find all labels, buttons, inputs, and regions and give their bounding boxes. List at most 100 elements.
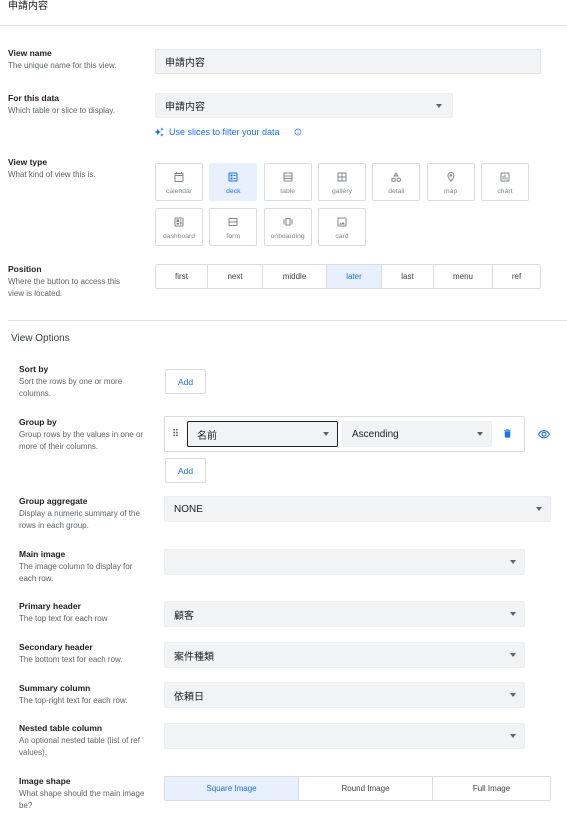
position-segmented-control: first next middle later last menu ref <box>155 264 541 289</box>
image-shape-label-group: Image shape What shape should the main i… <box>19 776 148 812</box>
position-option-ref[interactable]: ref <box>493 265 540 288</box>
group-by-column-select[interactable]: 名前 <box>187 421 338 447</box>
sort-by-add-button[interactable]: Add <box>165 369 206 394</box>
sort-by-label-group: Sort by Sort the rows by one or more col… <box>19 364 148 400</box>
view-type-onboarding[interactable]: onboarding <box>263 208 312 246</box>
use-slices-link-text[interactable]: Use slices to filter your data <box>169 127 280 137</box>
primary-header-help: The top text for each row <box>19 614 108 623</box>
position-option-later[interactable]: later <box>327 265 382 288</box>
secondary-header-label: Secondary header <box>19 642 93 652</box>
page-title: 申請内容 <box>8 1 48 12</box>
view-type-map[interactable]: map <box>426 163 475 201</box>
view-name-label: View name <box>8 48 52 58</box>
view-type-option-label: deck <box>226 188 241 195</box>
nested-table-column-help: An optional nested table (list of ref va… <box>19 736 140 757</box>
map-icon <box>447 172 455 182</box>
dropdown-arrow-icon <box>510 693 516 697</box>
secondary-header-select[interactable]: 案件種類 <box>164 642 525 668</box>
sort-by-label: Sort by <box>19 364 49 374</box>
header-divider <box>0 25 567 26</box>
use-slices-link[interactable]: Use slices to filter your data <box>154 126 302 138</box>
view-type-label-group: View type What kind of view this is. <box>8 157 128 181</box>
position-option-last[interactable]: last <box>382 265 434 288</box>
summary-column-value: 依頼日 <box>174 691 204 703</box>
view-type-calendar[interactable]: calendar <box>155 163 203 201</box>
view-type-deck[interactable]: deck <box>209 163 258 201</box>
deck-icon <box>228 172 238 182</box>
dropdown-arrow-icon <box>323 432 329 436</box>
group-by-help: Group rows by the values in one or more … <box>19 430 144 451</box>
secondary-header-value: 案件種類 <box>174 651 214 663</box>
dashboard-icon <box>174 217 184 227</box>
detail-icon <box>391 172 402 182</box>
view-options-heading: View Options <box>11 333 70 344</box>
drag-handle-icon[interactable] <box>170 427 181 438</box>
group-by-order-value: Ascending <box>352 428 399 440</box>
group-by-column-value: 名前 <box>197 430 217 442</box>
image-shape-option-full[interactable]: Full Image <box>433 777 550 800</box>
image-shape-option-square[interactable]: Square Image <box>165 777 299 800</box>
for-this-data-value: 申請内容 <box>165 102 205 113</box>
main-image-label: Main image <box>19 549 66 559</box>
group-by-label-group: Group by Group rows by the values in one… <box>19 417 148 453</box>
secondary-header-help: The bottom text for each row. <box>19 655 123 664</box>
view-type-options: calendar deck table gallery detail map c… <box>155 163 529 246</box>
group-aggregate-select[interactable]: NONE <box>164 496 551 522</box>
summary-column-select[interactable]: 依頼日 <box>164 682 525 708</box>
view-type-option-label: chart <box>497 188 513 195</box>
position-option-middle[interactable]: middle <box>263 265 327 288</box>
view-type-card[interactable]: card <box>317 208 366 246</box>
calendar-icon <box>174 172 184 182</box>
image-shape-segmented-control: Square Image Round Image Full Image <box>164 776 551 801</box>
position-option-first[interactable]: first <box>156 265 208 288</box>
view-name-label-group: View name The unique name for this view. <box>8 48 128 72</box>
for-this-data-select[interactable]: 申請内容 <box>155 93 453 118</box>
group-by-label: Group by <box>19 417 57 427</box>
dropdown-arrow-icon <box>510 560 516 564</box>
summary-column-help: The top-right text for each row. <box>19 696 128 705</box>
view-type-label: View type <box>8 157 48 167</box>
primary-header-value: 顧客 <box>174 610 194 622</box>
view-type-form[interactable]: form <box>209 208 258 246</box>
view-type-gallery[interactable]: gallery <box>317 163 366 201</box>
view-type-dashboard[interactable]: dashboard <box>155 208 203 246</box>
eye-icon[interactable] <box>537 428 551 441</box>
position-option-menu[interactable]: menu <box>434 265 493 288</box>
primary-header-label: Primary header <box>19 601 81 611</box>
dropdown-arrow-icon <box>510 612 516 616</box>
position-option-next[interactable]: next <box>208 265 263 288</box>
main-image-select[interactable] <box>164 549 525 575</box>
dropdown-arrow-icon <box>536 507 542 511</box>
dropdown-arrow-icon <box>510 734 516 738</box>
position-label: Position <box>8 264 42 274</box>
table-icon <box>283 172 293 182</box>
view-type-table[interactable]: table <box>263 163 312 201</box>
position-label-group: Position Where the button to access this… <box>8 264 128 300</box>
dropdown-arrow-icon <box>436 103 442 108</box>
position-help: Where the button to access this view is … <box>8 277 121 298</box>
dropdown-arrow-icon <box>477 432 483 436</box>
view-name-input[interactable] <box>155 49 541 74</box>
secondary-header-label-group: Secondary header The bottom text for eac… <box>19 642 148 666</box>
primary-header-select[interactable]: 顧客 <box>164 601 525 627</box>
group-by-add-button[interactable]: Add <box>165 458 206 483</box>
view-type-chart[interactable]: chart <box>480 163 529 201</box>
main-image-label-group: Main image The image column to display f… <box>19 549 148 585</box>
onboarding-icon <box>283 218 293 226</box>
group-aggregate-value: NONE <box>174 503 203 515</box>
for-this-data-label: For this data <box>8 93 60 103</box>
view-type-detail[interactable]: detail <box>372 163 421 201</box>
nested-table-column-label: Nested table column <box>19 723 103 733</box>
nested-table-column-select[interactable] <box>164 723 525 749</box>
view-type-option-label: detail <box>388 188 405 195</box>
trash-icon[interactable] <box>502 428 513 439</box>
group-by-order-select[interactable]: Ascending <box>342 421 492 447</box>
main-image-help: The image column to display for each row… <box>19 562 133 583</box>
view-type-help: What kind of view this is. <box>8 170 96 179</box>
info-icon[interactable] <box>294 128 302 136</box>
image-shape-option-round[interactable]: Round Image <box>299 777 433 800</box>
group-aggregate-label: Group aggregate <box>19 496 88 506</box>
summary-column-label: Summary column <box>19 683 91 693</box>
view-type-option-label: dashboard <box>162 233 196 240</box>
view-type-option-label: onboarding <box>270 233 305 240</box>
